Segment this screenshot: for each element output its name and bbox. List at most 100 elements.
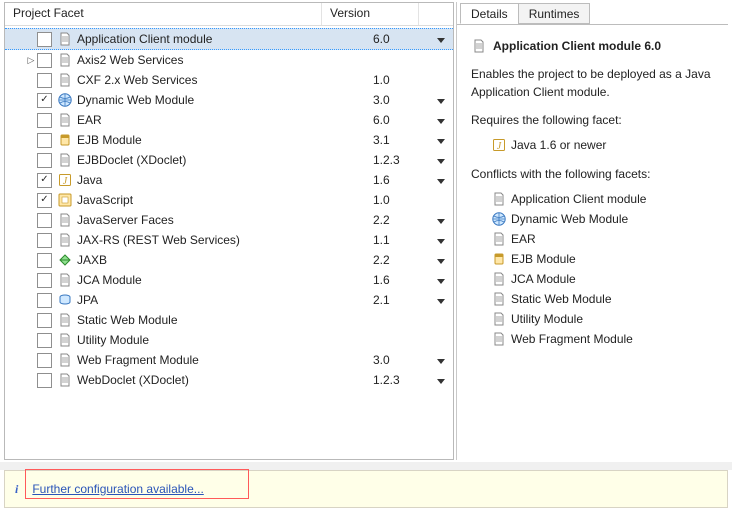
facet-checkbox[interactable] — [37, 32, 52, 47]
doc-icon — [491, 191, 507, 207]
tab-details[interactable]: Details — [460, 3, 519, 24]
chevron-down-icon — [437, 299, 445, 304]
version-dropdown[interactable] — [429, 233, 453, 247]
facet-row[interactable]: JPA2.1 — [5, 290, 453, 310]
conflicts-item-label: Dynamic Web Module — [511, 210, 628, 228]
facet-checkbox[interactable] — [37, 273, 52, 288]
facet-row[interactable]: Dynamic Web Module3.0 — [5, 90, 453, 110]
version-dropdown[interactable] — [429, 373, 453, 387]
facet-checkbox[interactable] — [37, 333, 52, 348]
facet-name: JavaServer Faces — [77, 213, 373, 227]
version-dropdown[interactable] — [429, 133, 453, 147]
facet-checkbox[interactable] — [37, 373, 52, 388]
facet-checkbox[interactable] — [37, 53, 52, 68]
conflicts-item-label: JCA Module — [511, 270, 576, 288]
facet-name: Dynamic Web Module — [77, 93, 373, 107]
facet-checkbox[interactable] — [37, 173, 52, 188]
requires-list: JJava 1.6 or newer — [471, 135, 716, 155]
facets-table-header: Project Facet Version — [5, 3, 453, 26]
doc-icon — [57, 372, 73, 388]
facet-version: 1.6 — [373, 273, 429, 287]
facet-row[interactable]: CXF 2.x Web Services1.0 — [5, 70, 453, 90]
facet-name: WebDoclet (XDoclet) — [77, 373, 373, 387]
version-dropdown[interactable] — [429, 93, 453, 107]
column-header-facet[interactable]: Project Facet — [5, 3, 322, 25]
facet-checkbox[interactable] — [37, 233, 52, 248]
facet-row[interactable]: Application Client module6.0 — [5, 28, 453, 50]
facet-checkbox[interactable] — [37, 73, 52, 88]
facet-row[interactable]: Static Web Module — [5, 310, 453, 330]
conflicts-item-label: Utility Module — [511, 310, 583, 328]
version-dropdown[interactable] — [429, 32, 453, 46]
facet-version: 3.1 — [373, 133, 429, 147]
doc-icon — [57, 212, 73, 228]
facet-checkbox[interactable] — [37, 313, 52, 328]
version-dropdown[interactable] — [429, 353, 453, 367]
conflicts-item-label: Static Web Module — [511, 290, 612, 308]
doc-icon — [491, 311, 507, 327]
facets-table: Project Facet Version Application Client… — [4, 2, 454, 460]
conflicts-list: Application Client module Dynamic Web Mod… — [471, 189, 716, 349]
conflicts-item-label: Application Client module — [511, 190, 646, 208]
jar-icon — [57, 132, 73, 148]
facet-row[interactable]: JAX-RS (REST Web Services)1.1 — [5, 230, 453, 250]
facet-name: Java — [77, 173, 373, 187]
facet-checkbox[interactable] — [37, 293, 52, 308]
expand-toggle — [25, 274, 37, 286]
facet-name: EJBDoclet (XDoclet) — [77, 153, 373, 167]
facet-row[interactable]: JCA Module1.6 — [5, 270, 453, 290]
chevron-down-icon — [437, 359, 445, 364]
facet-row[interactable]: JAXB2.2 — [5, 250, 453, 270]
facet-row[interactable]: EJB Module3.1 — [5, 130, 453, 150]
requires-label: Requires the following facet: — [471, 111, 716, 129]
svg-text:J: J — [497, 141, 502, 152]
facet-row[interactable]: JavaServer Faces2.2 — [5, 210, 453, 230]
facet-row[interactable]: EAR6.0 — [5, 110, 453, 130]
chevron-down-icon — [437, 259, 445, 264]
expand-toggle — [25, 254, 37, 266]
expand-toggle — [25, 114, 37, 126]
version-dropdown[interactable] — [429, 153, 453, 167]
doc-icon — [57, 232, 73, 248]
facet-checkbox[interactable] — [37, 113, 52, 128]
doc-icon — [471, 38, 487, 54]
jar-icon — [491, 251, 507, 267]
version-dropdown[interactable] — [429, 173, 453, 187]
chevron-down-icon — [437, 239, 445, 244]
version-dropdown[interactable] — [429, 213, 453, 227]
facet-checkbox[interactable] — [37, 93, 52, 108]
facet-checkbox[interactable] — [37, 253, 52, 268]
details-title: Application Client module 6.0 — [471, 37, 716, 55]
tab-runtimes[interactable]: Runtimes — [518, 3, 591, 24]
conflicts-item: Dynamic Web Module — [471, 209, 716, 229]
version-dropdown[interactable] — [429, 253, 453, 267]
facet-row[interactable]: JJava1.6 — [5, 170, 453, 190]
facet-checkbox[interactable] — [37, 193, 52, 208]
facet-row[interactable]: ▷ Axis2 Web Services — [5, 50, 453, 70]
facet-name: Axis2 Web Services — [77, 53, 373, 67]
facet-row[interactable]: Utility Module — [5, 330, 453, 350]
facet-row[interactable]: Web Fragment Module3.0 — [5, 350, 453, 370]
facet-checkbox[interactable] — [37, 133, 52, 148]
facet-version: 1.1 — [373, 233, 429, 247]
version-dropdown[interactable] — [429, 113, 453, 127]
further-configuration-link[interactable]: Further configuration available... — [32, 482, 203, 496]
conflicts-label: Conflicts with the following facets: — [471, 165, 716, 183]
column-header-version[interactable]: Version — [322, 3, 419, 25]
version-dropdown[interactable] — [429, 293, 453, 307]
java-icon: J — [57, 172, 73, 188]
facet-row[interactable]: JavaScript1.0 — [5, 190, 453, 210]
chevron-down-icon — [437, 119, 445, 124]
facet-row[interactable]: EJBDoclet (XDoclet)1.2.3 — [5, 150, 453, 170]
facet-checkbox[interactable] — [37, 153, 52, 168]
facet-checkbox[interactable] — [37, 213, 52, 228]
facet-version: 3.0 — [373, 353, 429, 367]
conflicts-item: Utility Module — [471, 309, 716, 329]
doc-icon — [57, 152, 73, 168]
expand-toggle[interactable]: ▷ — [25, 54, 37, 66]
facet-version: 1.0 — [373, 193, 429, 207]
jaxb-icon — [57, 252, 73, 268]
version-dropdown[interactable] — [429, 273, 453, 287]
facet-row[interactable]: WebDoclet (XDoclet)1.2.3 — [5, 370, 453, 390]
facet-checkbox[interactable] — [37, 353, 52, 368]
